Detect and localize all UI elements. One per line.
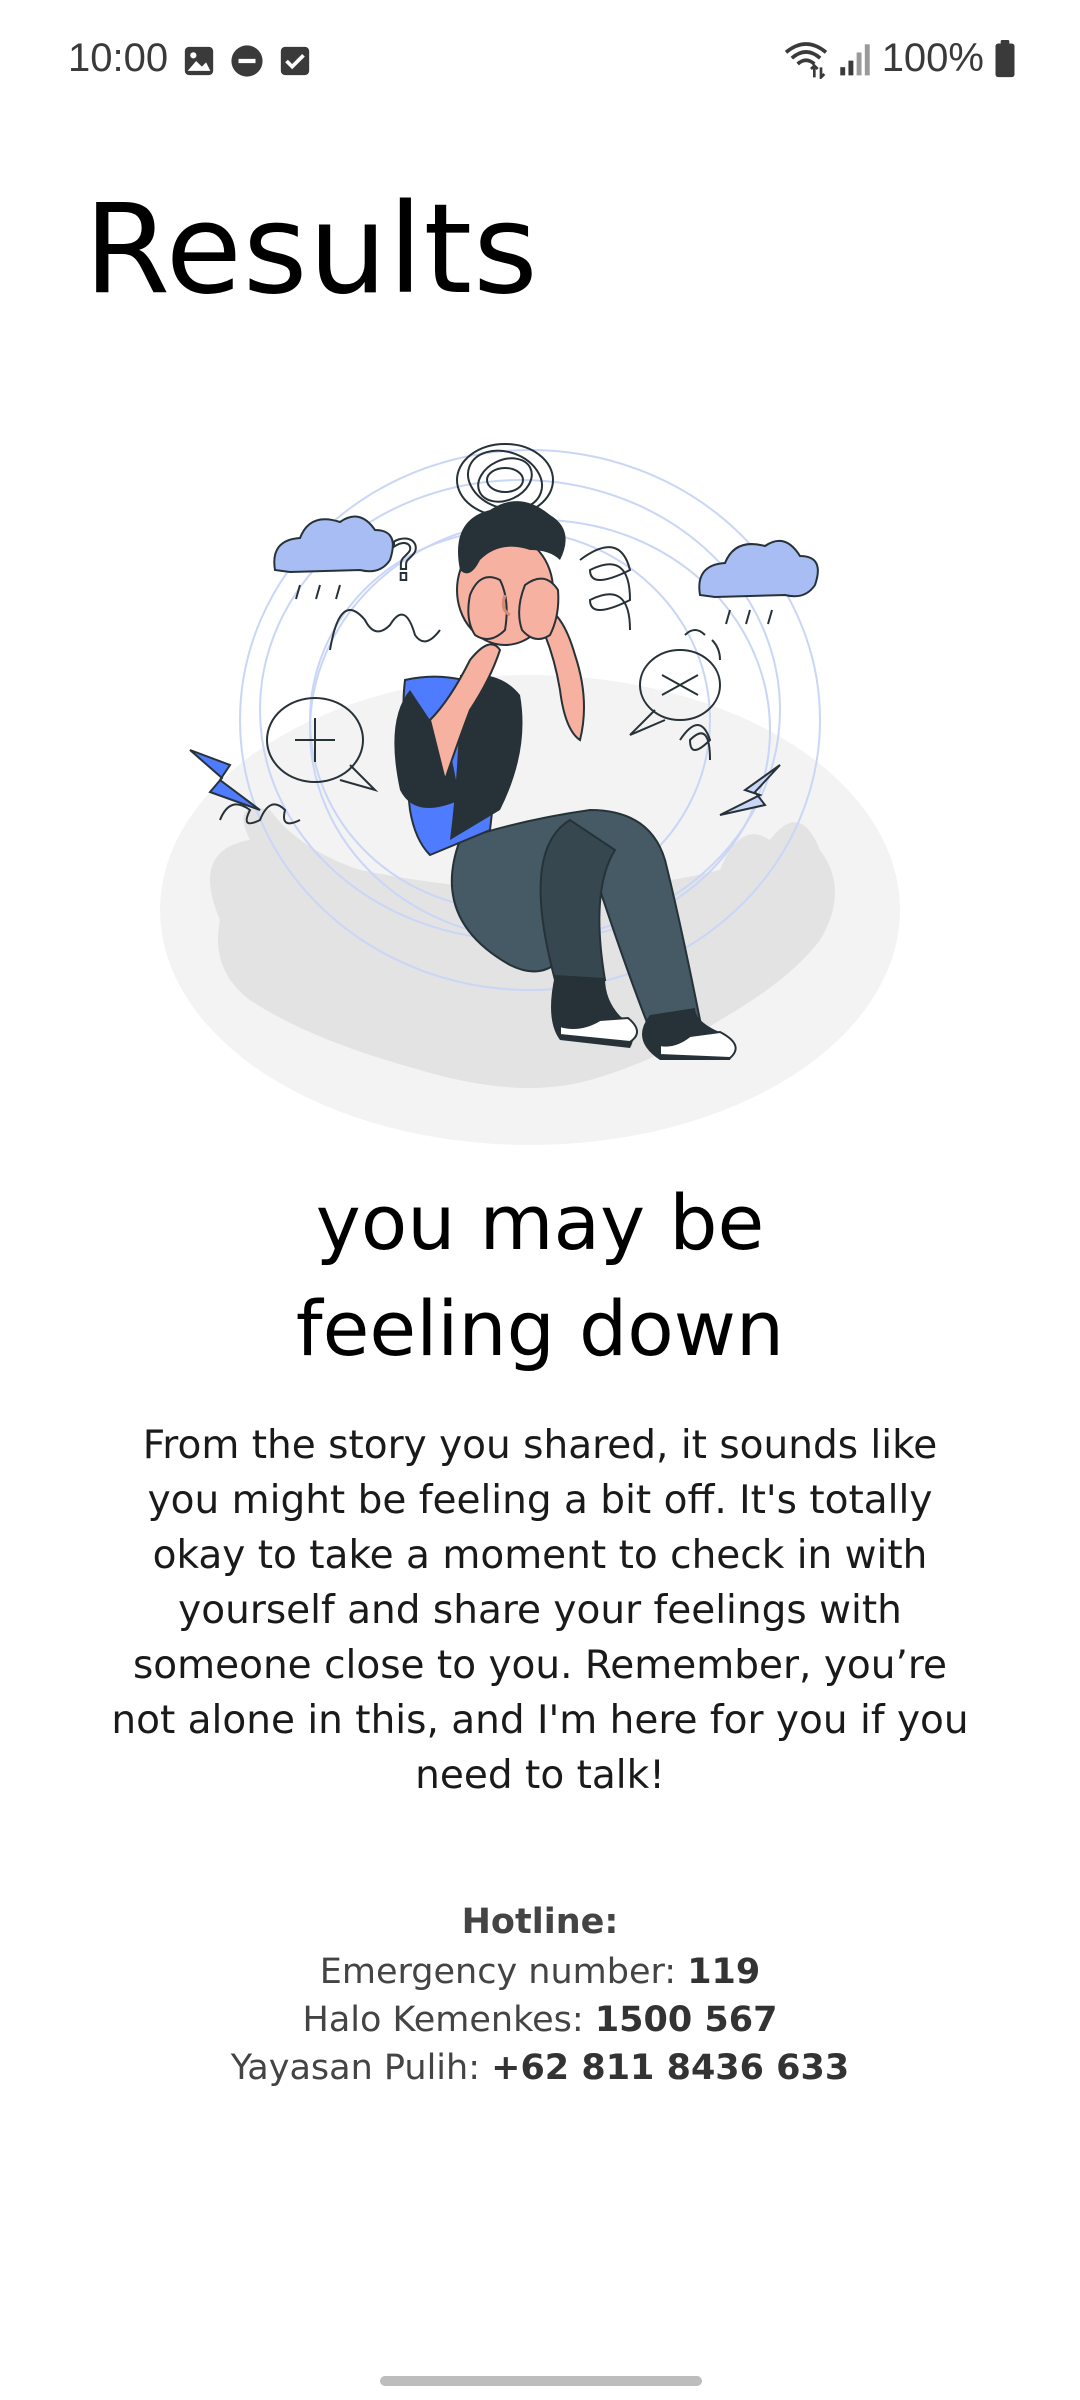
image-icon	[184, 46, 214, 76]
spring-icon	[579, 546, 632, 631]
result-heading: you may be feeling down	[0, 1170, 1080, 1382]
status-system-icons: 100%	[784, 36, 1016, 81]
question-mark-icon: ?	[390, 529, 420, 594]
sad-person-illustration: ?	[160, 443, 900, 1145]
page-title: Results	[84, 178, 539, 322]
battery-percentage: 100%	[881, 36, 984, 80]
battery-icon	[995, 39, 1015, 77]
cloud-left-icon	[273, 515, 394, 600]
hotline-number[interactable]: 119	[687, 1952, 760, 1992]
hotline-entry-pulih: Yayasan Pulih: +62 811 8436 633	[0, 2044, 1080, 2092]
hotline-number[interactable]: 1500 567	[595, 2000, 778, 2040]
result-heading-line1: you may be	[315, 1178, 765, 1267]
hotline-entry-kemenkes: Halo Kemenkes: 1500 567	[0, 1996, 1080, 2044]
hotline-label: Yayasan Pulih:	[230, 2048, 492, 2088]
cloud-right-icon	[698, 539, 819, 625]
person-hand-right	[518, 577, 560, 640]
do-not-disturb-icon	[231, 45, 263, 77]
gesture-navigation-bar[interactable]	[380, 2376, 702, 2386]
result-heading-line2: feeling down	[295, 1284, 785, 1373]
checkbox-icon	[280, 46, 310, 76]
wifi-icon	[784, 41, 827, 79]
hotline-section: Hotline: Emergency number: 119 Halo Keme…	[0, 1896, 1080, 2092]
status-time: 10:00	[68, 36, 169, 80]
status-notification-icons	[182, 44, 312, 78]
status-bar: 10:00 100%	[0, 0, 1080, 120]
hotline-number[interactable]: +62 811 8436 633	[491, 2048, 849, 2088]
hotline-label: Halo Kemenkes:	[302, 2000, 595, 2040]
signal-icon	[839, 43, 870, 75]
person-hand-left	[467, 576, 508, 640]
hotline-entry-emergency: Emergency number: 119	[0, 1948, 1080, 1996]
hotline-label: Emergency number:	[319, 1952, 688, 1992]
result-description: From the story you shared, it sounds lik…	[111, 1423, 969, 1798]
hotline-title: Hotline:	[461, 1902, 619, 1942]
